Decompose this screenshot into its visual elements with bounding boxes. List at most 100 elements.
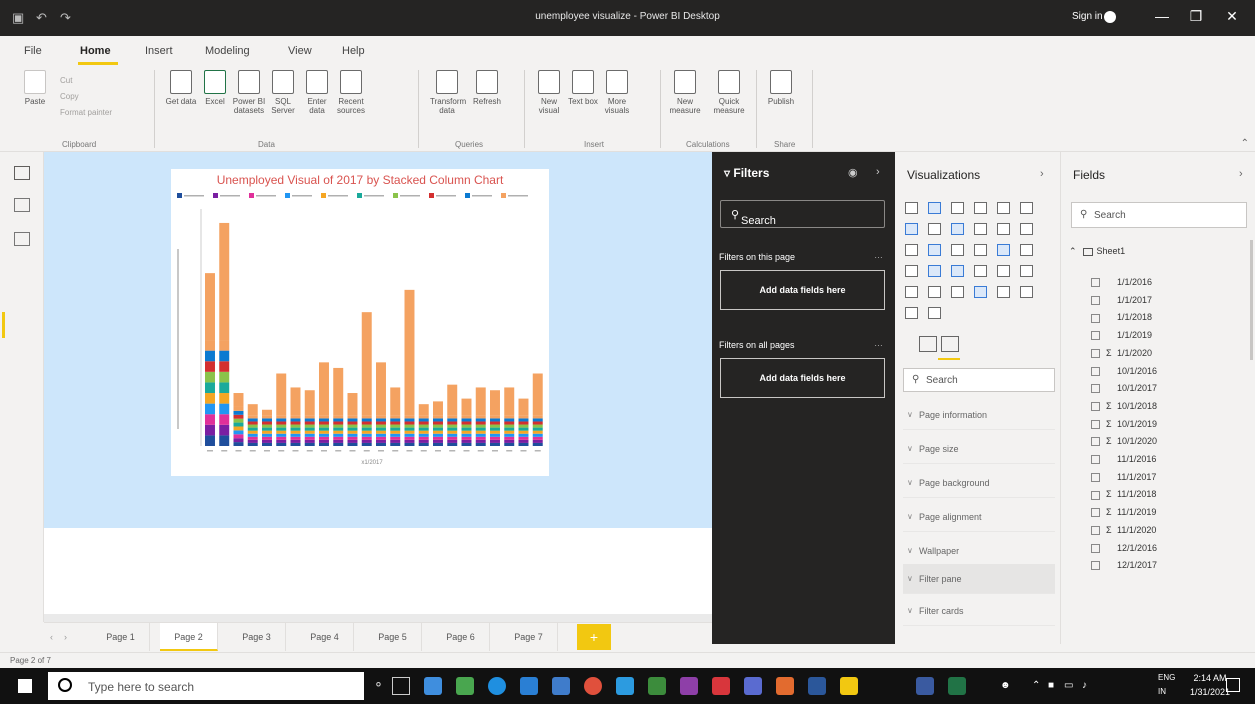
bar-segment[interactable] xyxy=(447,436,458,440)
bar-segment[interactable] xyxy=(518,439,529,443)
chrome-icon[interactable] xyxy=(584,677,602,695)
new-measure-button[interactable]: New measure xyxy=(668,70,702,115)
bar-segment[interactable] xyxy=(490,424,500,428)
bar-segment[interactable] xyxy=(361,424,372,428)
bar-top-segment[interactable] xyxy=(333,367,344,416)
fields-scrollbar[interactable] xyxy=(1250,240,1253,360)
bar-segment[interactable] xyxy=(418,415,429,419)
tray-app-icon[interactable]: ■ xyxy=(1048,680,1054,691)
visual-type-icon[interactable] xyxy=(905,286,918,298)
bar-segment[interactable] xyxy=(304,415,315,419)
bar-segment[interactable] xyxy=(276,427,287,431)
bar-segment[interactable] xyxy=(404,427,415,431)
sql-server-button[interactable]: SQL Server xyxy=(266,70,300,115)
visual-type-icon[interactable] xyxy=(974,244,987,256)
bar-segment[interactable] xyxy=(504,433,515,437)
bar-segment[interactable] xyxy=(361,427,372,431)
visual-type-icon[interactable] xyxy=(951,265,964,277)
bar-segment[interactable] xyxy=(404,439,415,443)
visual-type-icon[interactable] xyxy=(1020,265,1033,277)
bar-segment[interactable] xyxy=(247,436,258,440)
bar-segment[interactable] xyxy=(361,439,372,443)
next-page-icon[interactable]: › xyxy=(64,632,67,642)
app-icon[interactable] xyxy=(552,677,570,695)
bar-segment[interactable] xyxy=(247,433,258,437)
field-item[interactable]: Σ 11/1/2019 xyxy=(1091,507,1156,525)
taskbar-clock[interactable]: 2:14 AM 1/31/2021 xyxy=(1190,671,1230,699)
field-item[interactable]: Σ 11/1/2020 xyxy=(1091,525,1156,543)
bar-segment[interactable] xyxy=(247,421,258,425)
bar-segment[interactable] xyxy=(418,427,429,431)
field-checkbox[interactable] xyxy=(1091,472,1100,482)
format-paint-roller-icon[interactable] xyxy=(941,336,959,352)
bar-segment[interactable] xyxy=(447,424,458,428)
bar-segment[interactable] xyxy=(361,436,372,440)
bar-segment[interactable] xyxy=(262,421,272,425)
close-icon[interactable]: ✕ xyxy=(1222,8,1242,25)
avatar-icon[interactable] xyxy=(1104,11,1116,23)
card-page-alignment[interactable]: Page alignment xyxy=(903,502,1055,532)
app-icon[interactable] xyxy=(648,677,666,695)
field-checkbox[interactable] xyxy=(1091,331,1100,341)
bar-segment[interactable] xyxy=(262,436,272,440)
bar-segment[interactable] xyxy=(418,433,429,437)
bar-segment[interactable] xyxy=(290,430,301,434)
recent-sources-button[interactable]: Recent sources xyxy=(334,70,368,115)
transform-data-button[interactable]: Transform data xyxy=(430,70,466,115)
bar-segment[interactable] xyxy=(418,421,429,425)
field-checkbox[interactable] xyxy=(1091,455,1100,465)
bar-segment[interactable] xyxy=(376,439,386,443)
minimize-icon[interactable]: — xyxy=(1152,8,1172,24)
bar-segment[interactable] xyxy=(447,433,458,437)
bar-segment[interactable] xyxy=(205,371,215,383)
bar-segment[interactable] xyxy=(347,442,358,446)
bar-segment[interactable] xyxy=(290,442,301,446)
bar-segment[interactable] xyxy=(233,426,244,431)
bar-segment[interactable] xyxy=(304,436,315,440)
bar-segment[interactable] xyxy=(390,424,401,428)
menu-help[interactable]: Help xyxy=(342,45,365,57)
bar-segment[interactable] xyxy=(262,415,272,419)
bar-segment[interactable] xyxy=(233,438,244,443)
field-item[interactable]: 1/1/2016 xyxy=(1091,277,1152,295)
bar-segment[interactable] xyxy=(418,442,429,446)
collapse-filters-icon[interactable]: › xyxy=(876,166,880,178)
bar-segment[interactable] xyxy=(205,350,215,362)
bar-segment[interactable] xyxy=(347,418,358,422)
bar-segment[interactable] xyxy=(532,415,543,419)
vscode-icon[interactable] xyxy=(520,677,538,695)
bar-top-segment[interactable] xyxy=(447,384,458,416)
bar-top-segment[interactable] xyxy=(233,393,244,407)
bar-segment[interactable] xyxy=(532,430,543,434)
bar-segment[interactable] xyxy=(233,422,244,427)
bar-segment[interactable] xyxy=(233,430,244,435)
bar-segment[interactable] xyxy=(532,436,543,440)
bar-segment[interactable] xyxy=(361,442,372,446)
fields-tab-icon[interactable] xyxy=(919,336,937,352)
bar-segment[interactable] xyxy=(205,340,215,351)
bar-segment[interactable] xyxy=(304,427,315,431)
bar-segment[interactable] xyxy=(290,415,301,419)
page-tab[interactable]: Page 1 xyxy=(92,623,150,651)
bar-segment[interactable] xyxy=(447,430,458,434)
bar-segment[interactable] xyxy=(433,418,443,422)
visual-type-icon[interactable] xyxy=(1020,202,1033,214)
visual-type-icon[interactable] xyxy=(951,202,964,214)
field-checkbox[interactable] xyxy=(1091,348,1100,358)
bar-segment[interactable] xyxy=(475,427,486,431)
bar-segment[interactable] xyxy=(219,414,230,425)
format-painter-button[interactable]: Format painter xyxy=(60,108,112,117)
field-item[interactable]: 1/1/2017 xyxy=(1091,295,1152,313)
bar-segment[interactable] xyxy=(376,433,386,437)
bar-segment[interactable] xyxy=(233,414,244,419)
visual-type-icon[interactable] xyxy=(905,244,918,256)
bar-segment[interactable] xyxy=(475,436,486,440)
field-item[interactable]: Σ 10/1/2018 xyxy=(1091,401,1157,419)
visual-type-icon[interactable] xyxy=(997,265,1010,277)
bar-segment[interactable] xyxy=(205,361,215,372)
bar-segment[interactable] xyxy=(333,442,344,446)
menu-insert[interactable]: Insert xyxy=(145,45,173,57)
get-data-button[interactable]: Get data xyxy=(164,70,198,106)
bar-segment[interactable] xyxy=(518,442,529,446)
add-page-button[interactable]: + xyxy=(577,624,611,650)
